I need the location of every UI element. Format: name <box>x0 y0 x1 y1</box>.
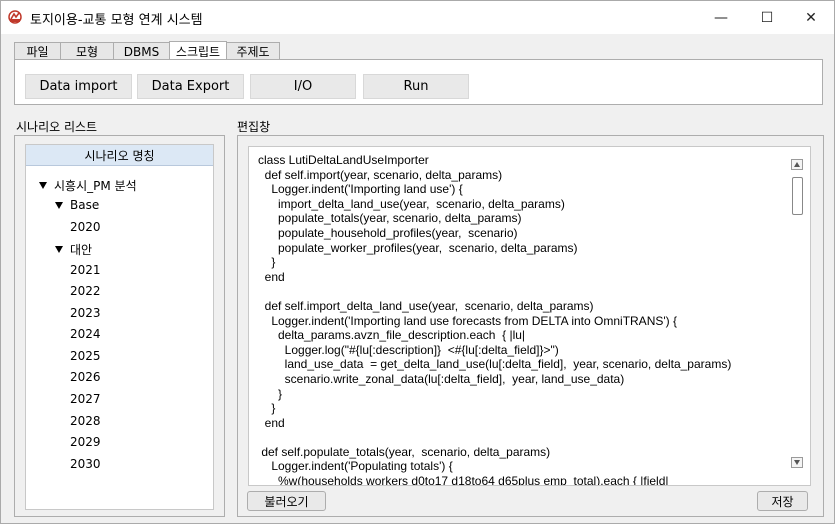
close-button[interactable]: ✕ <box>788 1 834 34</box>
editor-label: 편집창 <box>237 120 271 134</box>
minimize-icon: — <box>714 9 728 26</box>
scroll-up-icon <box>794 162 800 167</box>
close-icon: ✕ <box>805 9 817 26</box>
tree-item-year[interactable]: 2027 <box>70 392 101 406</box>
expand-triangle-icon[interactable] <box>55 246 63 253</box>
io-button[interactable]: I/O <box>250 74 356 99</box>
tree-item-year[interactable]: 2026 <box>70 370 101 384</box>
load-button[interactable]: 불러오기 <box>247 491 326 511</box>
maximize-button[interactable]: ☐ <box>744 1 790 34</box>
scenario-list[interactable]: 시나리오 명칭 시흥시_PM 분석 Base 2020 대안 2021 2022… <box>25 144 214 510</box>
tree-item-year[interactable]: 2023 <box>70 306 101 320</box>
tree-item-label: 대안 <box>70 243 93 257</box>
tab-model[interactable]: 모형 <box>60 42 114 60</box>
scenario-list-header[interactable]: 시나리오 명칭 <box>26 145 213 166</box>
tab-bar: 파일 모형 DBMS 스크립트 주제도 <box>14 41 280 60</box>
app-icon <box>8 10 22 24</box>
data-export-button[interactable]: Data Export <box>137 74 244 99</box>
tree-item-root[interactable]: 시흥시_PM 분석 <box>39 177 137 194</box>
tree-item-base[interactable]: Base <box>55 198 99 212</box>
scroll-down-button[interactable] <box>791 457 803 468</box>
tab-thematic-map[interactable]: 주제도 <box>226 42 280 60</box>
script-toolbar: Data import Data Export I/O Run <box>14 59 823 105</box>
app-window: 토지이용-교통 모형 연계 시스템 — ☐ ✕ 파일 모형 DBMS 스크립트 … <box>0 0 835 524</box>
tab-script[interactable]: 스크립트 <box>169 41 227 60</box>
expand-triangle-icon[interactable] <box>55 201 63 209</box>
script-editor[interactable]: class LutiDeltaLandUseImporter def self.… <box>248 146 811 486</box>
tree-item-year[interactable]: 2024 <box>70 327 101 341</box>
save-button[interactable]: 저장 <box>757 491 808 511</box>
tab-dbms[interactable]: DBMS <box>113 42 170 60</box>
tree-item-year[interactable]: 2028 <box>70 414 101 428</box>
title-bar: 토지이용-교통 모형 연계 시스템 — ☐ ✕ <box>1 1 834 34</box>
tab-file[interactable]: 파일 <box>14 42 61 60</box>
tree-item-year[interactable]: 2021 <box>70 263 101 277</box>
window-title: 토지이용-교통 모형 연계 시스템 <box>30 13 203 28</box>
editor-scrollbar[interactable] <box>789 156 806 472</box>
tree-item-alt[interactable]: 대안 <box>55 241 92 258</box>
tree-item-label: 시흥시_PM 분석 <box>54 179 137 193</box>
tree-item-year[interactable]: 2022 <box>70 284 101 298</box>
scenario-list-label: 시나리오 리스트 <box>16 120 98 134</box>
scroll-up-button[interactable] <box>791 159 803 170</box>
tree-item-year[interactable]: 2025 <box>70 349 101 363</box>
scroll-down-icon <box>794 460 800 465</box>
minimize-button[interactable]: — <box>698 1 744 34</box>
script-code[interactable]: class LutiDeltaLandUseImporter def self.… <box>258 153 731 485</box>
maximize-icon: ☐ <box>760 9 774 26</box>
run-button[interactable]: Run <box>363 74 469 99</box>
tree-item-label: Base <box>70 198 100 212</box>
tree-item-year[interactable]: 2030 <box>70 457 101 471</box>
tree-item-year[interactable]: 2020 <box>70 220 101 234</box>
data-import-button[interactable]: Data import <box>25 74 132 99</box>
tree-item-year[interactable]: 2029 <box>70 435 101 449</box>
scroll-thumb[interactable] <box>792 177 803 215</box>
expand-triangle-icon[interactable] <box>39 182 47 189</box>
